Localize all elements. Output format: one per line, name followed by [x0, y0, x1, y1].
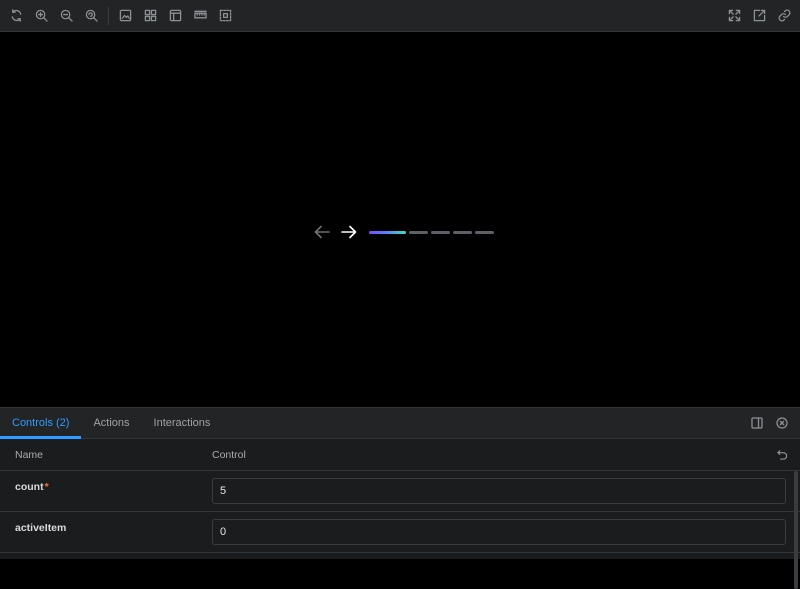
- tab-interactions[interactable]: Interactions: [142, 408, 223, 438]
- zoom-in-icon: [35, 9, 48, 22]
- reload-icon: [11, 9, 22, 22]
- preview-toolbar: [0, 0, 800, 32]
- fullscreen-icon: [728, 9, 741, 22]
- control-cell: [212, 471, 800, 504]
- zoom-out-icon: [60, 9, 73, 22]
- panel-tabs: Controls (2) Actions Interactions: [0, 408, 800, 439]
- measure-icon: [194, 10, 207, 19]
- control-name: count*: [0, 471, 212, 493]
- control-name: activeItem: [0, 512, 212, 534]
- arrow-right-icon: [341, 225, 357, 239]
- tab-controls[interactable]: Controls (2): [0, 408, 82, 439]
- control-name-label: count: [15, 481, 44, 493]
- table-header: Name Control: [0, 439, 800, 471]
- copy-link-icon: [778, 9, 791, 22]
- zoom-reset-button[interactable]: [79, 2, 104, 30]
- carousel-dot[interactable]: [431, 230, 450, 234]
- undo-icon: [776, 450, 787, 460]
- count-input[interactable]: [212, 478, 786, 504]
- toolbar-separator: [108, 6, 109, 25]
- carousel-dot-active[interactable]: [369, 230, 406, 234]
- zoom-in-button[interactable]: [29, 2, 54, 30]
- panel-layout-icon: [750, 417, 763, 429]
- close-panel-button[interactable]: [769, 409, 794, 437]
- carousel-dot[interactable]: [453, 230, 472, 234]
- carousel-indicators: [369, 230, 497, 234]
- reset-controls-button[interactable]: [772, 445, 792, 465]
- grid-icon: [144, 9, 157, 22]
- table-row: activeItem: [0, 512, 800, 553]
- viewport-button[interactable]: [163, 2, 188, 30]
- measure-button[interactable]: [188, 2, 213, 30]
- reload-button[interactable]: [4, 2, 29, 30]
- zoom-out-button[interactable]: [54, 2, 79, 30]
- tab-actions[interactable]: Actions: [81, 408, 141, 438]
- outline-button[interactable]: [213, 2, 238, 30]
- viewport-icon: [169, 9, 182, 22]
- grid-button[interactable]: [138, 2, 163, 30]
- open-new-tab-button[interactable]: [747, 2, 772, 30]
- column-header-name: Name: [15, 448, 44, 461]
- next-button[interactable]: [340, 224, 358, 240]
- open-new-tab-icon: [753, 9, 766, 22]
- controls-table: Name Control count* activeItem: [0, 439, 800, 589]
- carousel-dot[interactable]: [475, 230, 494, 234]
- prev-button[interactable]: [313, 224, 331, 240]
- toolbar-right-group: [722, 2, 800, 30]
- active-item-input[interactable]: [212, 519, 786, 545]
- background-button[interactable]: [113, 2, 138, 30]
- required-indicator: *: [44, 481, 49, 493]
- copy-link-button[interactable]: [772, 2, 797, 30]
- addons-panel: Controls (2) Actions Interactions Name C…: [0, 407, 800, 589]
- fullscreen-button[interactable]: [722, 2, 747, 30]
- close-icon: [775, 417, 788, 429]
- carousel-dot[interactable]: [409, 230, 428, 234]
- table-row: count*: [0, 471, 800, 512]
- preview-canvas: [0, 32, 800, 407]
- zoom-reset-icon: [85, 9, 98, 22]
- background-icon: [119, 9, 132, 22]
- column-header-control: Control: [212, 448, 246, 461]
- arrow-left-icon: [314, 225, 330, 239]
- panel-actions: [744, 408, 800, 438]
- control-name-label: activeItem: [15, 522, 67, 534]
- toolbar-left-group: [0, 2, 238, 30]
- carousel-navigation: [313, 224, 497, 240]
- control-cell: [212, 512, 800, 545]
- outline-icon: [219, 9, 232, 22]
- toggle-panel-orientation-button[interactable]: [744, 409, 769, 437]
- panel-scrollbar[interactable]: [794, 471, 798, 589]
